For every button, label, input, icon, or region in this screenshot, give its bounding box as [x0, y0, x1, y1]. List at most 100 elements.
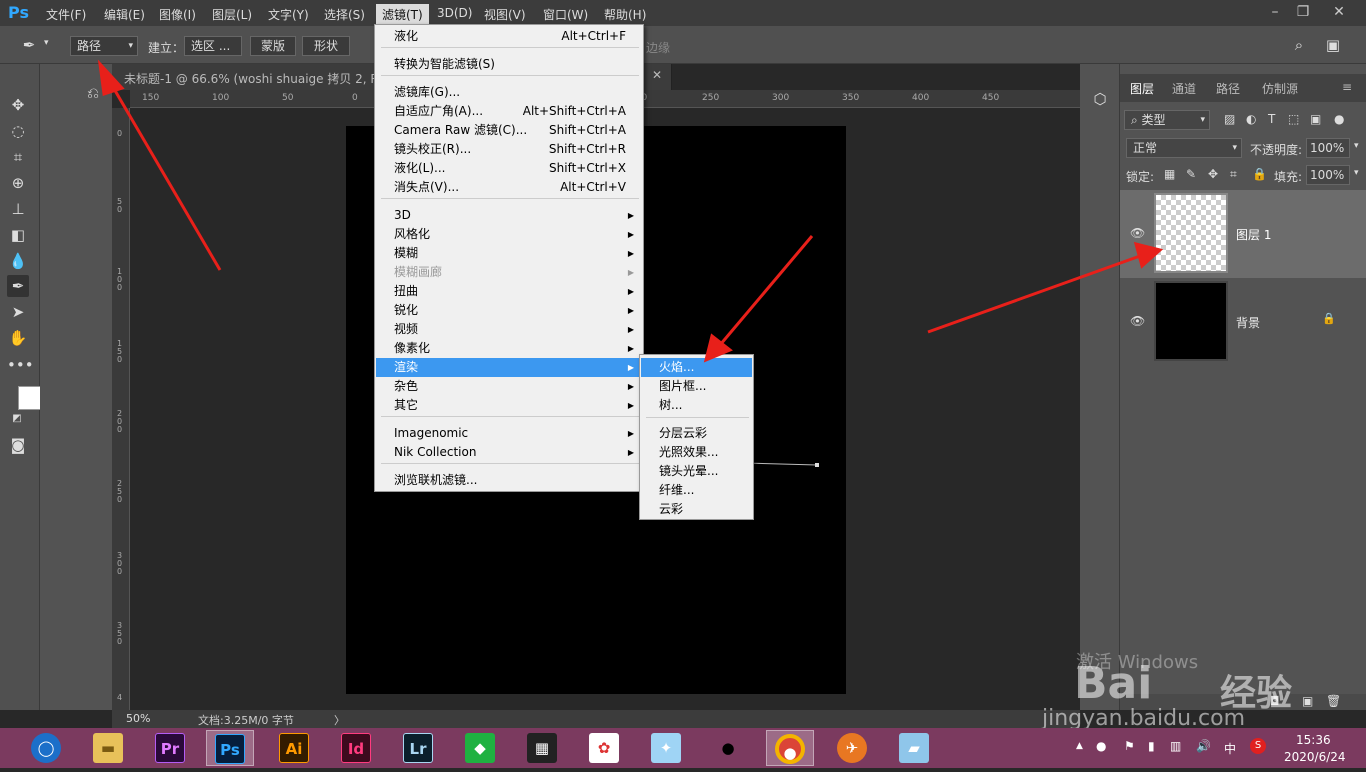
filter-toggle-icon[interactable]: ● — [1334, 112, 1344, 126]
filter-menu-item-vanishing-point[interactable]: 消失点(V)... Alt+Ctrl+V — [376, 178, 642, 197]
crop-tool-icon[interactable]: ⌗ — [7, 146, 29, 168]
filter-menu-item-camera-raw[interactable]: Camera Raw 滤镜(C)... Shift+Ctrl+A — [376, 121, 642, 140]
history-panel-icon[interactable]: ⎌ — [82, 82, 104, 104]
more-tools-icon[interactable]: ••• — [7, 354, 34, 376]
filter-menu-item-pixelate[interactable]: 像素化 ▶ — [376, 339, 642, 358]
filter-menu-item-blur[interactable]: 模糊 ▶ — [376, 244, 642, 263]
filter-menu-item-adaptive-wide-angle[interactable]: 自适应广角(A)... Alt+Shift+Ctrl+A — [376, 102, 642, 121]
layer-row-layer1[interactable]: 👁 图层 1 — [1120, 190, 1366, 278]
start-button[interactable]: ◯ — [22, 730, 70, 766]
menu-select[interactable]: 选择(S) — [324, 6, 365, 23]
render-item-flame[interactable]: 火焰... — [641, 358, 752, 377]
menu-image[interactable]: 图像(I) — [159, 6, 196, 23]
sogou-icon[interactable]: S — [1250, 738, 1266, 754]
filter-smart-icon[interactable]: ▣ — [1310, 112, 1321, 126]
filter-pixel-icon[interactable]: ▨ — [1224, 112, 1235, 126]
ime-indicator[interactable]: 中 — [1224, 740, 1236, 757]
panel-menu-icon[interactable]: ≡ — [1342, 80, 1352, 94]
taskbar-premiere[interactable]: Pr — [146, 730, 194, 766]
filter-menu-item-liquify-last[interactable]: 液化 Alt+Ctrl+F — [376, 27, 642, 46]
network-flag-icon[interactable]: ⚑ — [1124, 739, 1135, 753]
render-item-picture-frame[interactable]: 图片框... — [641, 377, 752, 396]
clone-stamp-icon[interactable]: ⊥ — [7, 198, 29, 220]
chevron-down-icon[interactable]: ▾ — [1354, 141, 1359, 151]
taskbar-app-flower[interactable]: ✿ — [580, 730, 628, 766]
taskbar-app-bird[interactable]: ✦ — [642, 730, 690, 766]
taskbar-app-notes[interactable]: ▰ — [890, 730, 938, 766]
pen-mode-select[interactable]: 路径 ▾ — [70, 36, 138, 56]
tab-clone-source[interactable]: 仿制源 — [1262, 80, 1298, 97]
restore-icon[interactable]: ❐ — [1292, 2, 1314, 22]
filter-menu-item-video[interactable]: 视频 ▶ — [376, 320, 642, 339]
close-icon[interactable]: ✕ — [1328, 2, 1350, 22]
filter-adjust-icon[interactable]: ◐ — [1246, 112, 1256, 126]
taskbar-indesign[interactable]: Id — [332, 730, 380, 766]
close-tab-icon[interactable]: ✕ — [652, 68, 662, 82]
layer-name[interactable]: 背景 — [1236, 314, 1260, 331]
layer-name[interactable]: 图层 1 — [1236, 226, 1271, 243]
filter-menu-item-imagenomic[interactable]: Imagenomic ▶ — [376, 424, 642, 443]
lock-position-icon[interactable]: ✥ — [1208, 167, 1218, 181]
fill-input[interactable]: 100% — [1306, 165, 1350, 185]
lasso-tool-icon[interactable]: ◌ — [7, 120, 29, 142]
eye-icon[interactable]: 👁 — [1130, 314, 1145, 328]
foreground-color-swatch[interactable] — [18, 386, 42, 410]
taskbar-illustrator[interactable]: Ai — [270, 730, 318, 766]
render-item-difference-clouds[interactable]: 分层云彩 — [641, 424, 752, 443]
taskbar-photoshop[interactable]: Ps — [206, 730, 254, 766]
lock-all-icon[interactable]: 🔒 — [1252, 167, 1267, 181]
eraser-tool-icon[interactable]: ◧ — [7, 224, 29, 246]
filter-menu-item-liquify[interactable]: 液化(L)... Shift+Ctrl+X — [376, 159, 642, 178]
quick-mask-icon[interactable]: ◙ — [7, 434, 29, 456]
layer-row-background[interactable]: 👁 背景 🔒 — [1120, 278, 1366, 366]
blend-mode-select[interactable]: 正常 ▾ — [1126, 138, 1242, 158]
chevron-down-icon[interactable]: ▾ — [44, 38, 49, 48]
zoom-level[interactable]: 50% — [126, 712, 150, 725]
search-icon[interactable]: ⌕ — [1288, 34, 1310, 56]
taskbar-lightroom[interactable]: Lr — [394, 730, 442, 766]
filter-type-icon[interactable]: T — [1268, 112, 1275, 126]
menu-help[interactable]: 帮助(H) — [604, 6, 646, 23]
filter-menu-item-noise[interactable]: 杂色 ▶ — [376, 377, 642, 396]
eye-icon[interactable]: 👁 — [1130, 226, 1145, 240]
hand-tool-icon[interactable]: ✋ — [7, 327, 29, 349]
filter-menu-item-filter-gallery[interactable]: 滤镜库(G)... — [376, 83, 642, 102]
lock-brush-icon[interactable]: ✎ — [1186, 167, 1196, 181]
filter-menu-item-other[interactable]: 其它 ▶ — [376, 396, 642, 415]
filter-menu-item-3d[interactable]: 3D ▶ — [376, 206, 642, 225]
battery-icon[interactable]: ▮ — [1148, 739, 1155, 753]
lock-artboard-icon[interactable]: ⌗ — [1230, 167, 1237, 182]
taskbar-qq[interactable]: ● — [704, 730, 752, 766]
3d-cube-icon[interactable]: ⬡ — [1089, 88, 1111, 110]
filter-shape-icon[interactable]: ⬚ — [1288, 112, 1299, 126]
taskbar-app-orange[interactable]: ✈ — [828, 730, 876, 766]
tab-layers[interactable]: 图层 — [1130, 80, 1154, 97]
filter-menu-item-distort[interactable]: 扭曲 ▶ — [376, 282, 642, 301]
blur-tool-icon[interactable]: 💧 — [7, 250, 29, 272]
pen-tool-preset-icon[interactable]: ✒ — [18, 34, 40, 56]
move-tool-icon[interactable]: ✥ — [7, 94, 29, 116]
make-selection-button[interactable]: 选区 ... — [184, 36, 242, 56]
workspace-icon[interactable]: ▣ — [1322, 34, 1344, 56]
filter-menu-item-blur-gallery[interactable]: 模糊画廊 ▶ — [376, 263, 642, 282]
menu-filter[interactable]: 滤镜(T) — [376, 4, 429, 24]
menu-view[interactable]: 视图(V) — [484, 6, 526, 23]
filter-menu-item-stylize[interactable]: 风格化 ▶ — [376, 225, 642, 244]
render-item-clouds[interactable]: 云彩 — [641, 500, 752, 519]
filter-menu-item-sharpen[interactable]: 锐化 ▶ — [376, 301, 642, 320]
taskbar-chrome[interactable]: ● — [766, 730, 814, 766]
kind-filter-select[interactable]: ⌕ 类型 ▾ — [1124, 110, 1210, 130]
path-selection-icon[interactable]: ➤ — [7, 301, 29, 323]
mask-button[interactable]: 蒙版 — [250, 36, 296, 56]
clock-time[interactable]: 15:36 — [1296, 733, 1331, 747]
render-item-fibers[interactable]: 纤维... — [641, 481, 752, 500]
chevron-down-icon[interactable]: ▾ — [1354, 168, 1359, 178]
render-item-lighting-effects[interactable]: 光照效果... — [641, 443, 752, 462]
render-item-lens-flare[interactable]: 镜头光晕... — [641, 462, 752, 481]
menu-layer[interactable]: 图层(L) — [212, 6, 252, 23]
tab-paths[interactable]: 路径 — [1216, 80, 1240, 97]
taskbar-video[interactable]: ▦ — [518, 730, 566, 766]
tray-expand-icon[interactable]: ▲ — [1076, 741, 1083, 751]
menu-edit[interactable]: 编辑(E) — [104, 6, 145, 23]
menu-window[interactable]: 窗口(W) — [543, 6, 588, 23]
